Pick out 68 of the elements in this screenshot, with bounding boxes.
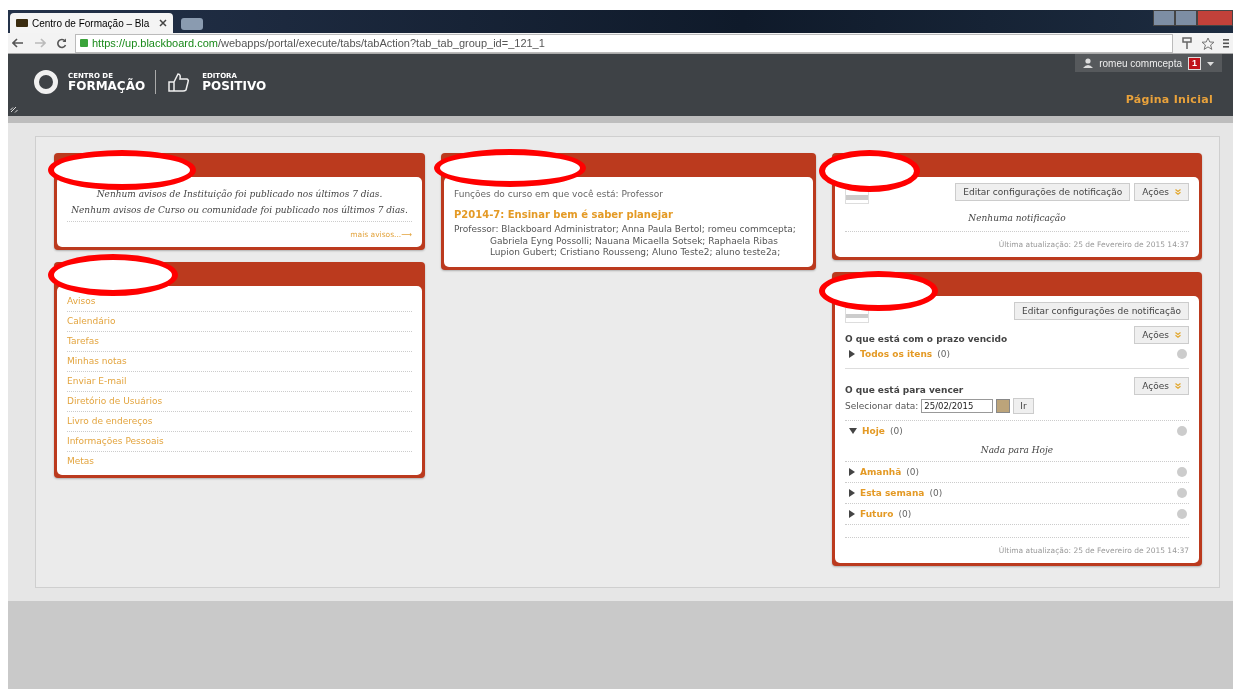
empty-message: Nenhuma notificação [967,213,1067,223]
course-roles-text: Funções do curso em que você está: Professor [454,189,664,199]
course-link[interactable]: P2014-7: Ensinar bem é saber planejar [454,209,803,220]
item-count: (0) [937,349,950,359]
minimize-button[interactable] [1153,10,1175,26]
actions-button[interactable]: Ações [1134,377,1189,395]
collapse-icon[interactable] [849,428,857,434]
announcement-message: Nenhum avisos de Curso ou comunidade foi publicado nos últimos 7 dias. [70,205,409,215]
date-label: Selecionar data: [845,401,919,411]
notification-badge: 1 [1188,56,1201,70]
tool-link[interactable]: Enviar E-mail [67,372,412,392]
expand-icon[interactable] [849,350,855,358]
tool-link[interactable]: Minhas notas [67,352,412,372]
calendar-icon[interactable] [996,399,1011,413]
course-members-text: Professor: Blackboard Administrator; Anna Paula Bertol; romeu commcepta; Gabriela Eyng Possolli; Nauana Micaella Sotsek; Raphaela Ribas Lupion Gubert; Cristiano Rousseng; Aluno Teste2; aluno teste2a; [454,224,797,260]
due-category-link[interactable]: Futuro [860,509,894,519]
section-title: O que está para vencer [845,385,964,395]
edit-settings-button[interactable]: Editar configurações de notificação [1014,302,1189,320]
avatar-placeholder [845,308,869,323]
due-category-link[interactable]: Hoje [862,426,885,436]
announcement-message: Nenhum avisos de Instituição foi publicado nos últimos 7 dias. [95,189,384,199]
url-text: /webapps/portal/execute/tabs/tabAction?tab_tab_group_id=_121_1 [217,37,545,49]
tool-link[interactable]: Informações Pessoais [67,432,412,452]
go-button[interactable]: Ir [1013,398,1034,414]
date-field[interactable]: 25/02/2015 [921,399,994,413]
caret-icon[interactable] [1207,61,1214,66]
ring-logo-icon [34,70,58,94]
due-category-link[interactable]: Esta semana [860,488,925,498]
chevron-icon [1175,332,1181,338]
expand-icon[interactable] [849,489,855,497]
tool-link[interactable]: Metas [67,452,412,471]
item-count: (0) [929,488,943,498]
chevron-icon [1175,383,1181,389]
link-icon [10,106,18,114]
favicon-icon [16,19,28,27]
empty-message: Nada para Hoje [845,441,1189,462]
item-count: (0) [889,426,903,436]
section-title: O que está com o prazo vencido [845,334,1008,344]
star-icon[interactable] [1201,36,1215,50]
url-text: https://up.blackboard.com [92,37,218,49]
close-icon[interactable] [159,19,168,27]
user-icon [1083,58,1094,68]
browser-tab[interactable]: Centro de Formação – Bla [10,13,174,33]
reload-icon[interactable] [56,37,67,49]
address-field[interactable]: https://up.blackboard.com/webapps/portal/execute/tabs/tabAction?tab_tab_group_id=_121_1 [75,33,1173,53]
maximize-button[interactable] [1175,10,1197,26]
tool-link[interactable]: Calendário [67,312,412,332]
expand-icon[interactable] [849,510,855,518]
key-icon[interactable] [1181,36,1193,50]
menu-icon[interactable] [1223,37,1229,49]
due-category-link[interactable]: Amanhã [860,467,902,477]
logo-text: FORMAÇÃO [68,79,146,92]
user-name[interactable]: romeu commcepta [1099,57,1182,69]
tab-title: Centro de Formação – Bla [32,17,150,29]
due-category-link[interactable]: Todos os itens [860,349,933,359]
logo-text: POSITIVO [202,79,267,92]
actions-button[interactable]: Ações [1134,183,1189,201]
item-count: (0) [906,467,920,477]
tool-link[interactable]: Diretório de Usuários [67,392,412,412]
edit-settings-button[interactable]: Editar configurações de notificação [955,183,1131,201]
new-tab-button[interactable] [181,18,204,30]
expand-icon[interactable] [849,468,855,476]
tool-link[interactable]: Tarefas [67,332,412,352]
back-icon[interactable] [12,38,24,48]
actions-button[interactable]: Ações [1134,326,1189,344]
chevron-icon [1175,189,1181,195]
item-count: (0) [898,509,912,519]
tool-link[interactable]: Livro de endereços [67,412,412,432]
